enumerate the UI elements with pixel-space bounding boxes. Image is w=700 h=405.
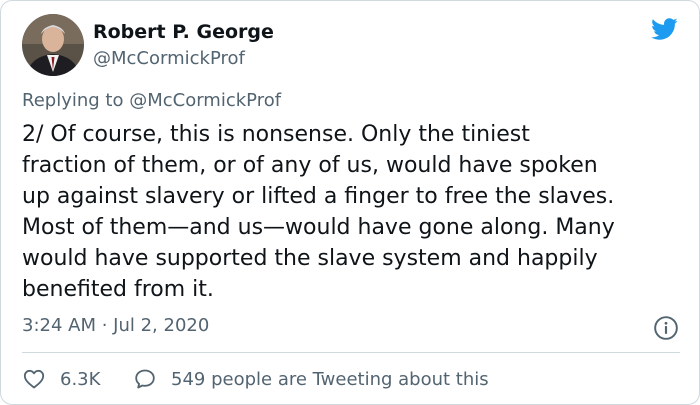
tweet-text-line: fraction of them, or of any of us, would… [22,153,598,178]
tweet-timestamp[interactable]: 3:24 AM · Jul 2, 2020 [22,315,209,336]
author-name[interactable]: Robert P. George [93,21,274,43]
tweet-text-line: benefited from it. [22,277,214,302]
tweet-text-line: would have supported the slave system an… [22,246,598,271]
divider [22,352,680,353]
replying-mention-link[interactable]: @McCormickProf [129,90,281,111]
author-handle[interactable]: @McCormickProf [93,48,245,69]
tweet-text: 2/ Of course, this is nonsense. Only the… [22,119,688,305]
speech-bubble-icon [135,369,155,389]
replying-prefix: Replying to [22,90,124,111]
replying-to: Replying to @McCormickProf [22,90,281,111]
avatar[interactable] [22,14,84,76]
tweet-card: Robert P. George @McCormickProf Replying… [0,0,700,405]
twitter-bird-icon[interactable] [648,15,680,43]
tweet-text-line: 2/ Of course, this is nonsense. Only the… [22,122,530,147]
info-icon[interactable] [653,315,679,341]
heart-icon [23,369,45,389]
tweet-text-line: up against slavery or lifted a finger to… [22,184,615,209]
like-count: 6.3K [60,368,101,390]
avatar-image [22,14,84,76]
conversation-link[interactable]: 549 people are Tweeting about this [133,366,489,392]
tweeting-about-text: 549 people are Tweeting about this [171,368,489,390]
tweet-text-line: Most of them—and us—would have gone alon… [22,215,615,240]
like-button[interactable]: 6.3K [22,366,100,392]
